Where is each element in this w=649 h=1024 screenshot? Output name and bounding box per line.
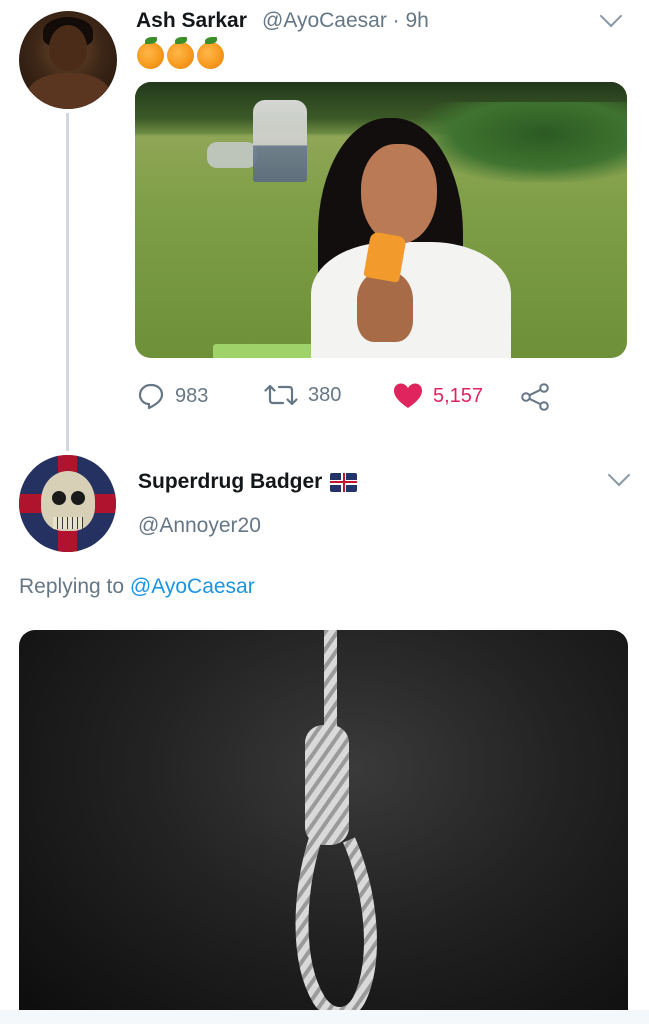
thread-connector-line [66, 113, 69, 451]
author-name-row[interactable]: Superdrug Badger [138, 470, 358, 494]
tweet-photo[interactable] [19, 630, 628, 1024]
replying-to-label: Replying to [19, 575, 125, 598]
reply-button[interactable]: 983 [137, 382, 208, 410]
like-count: 5,157 [433, 384, 484, 407]
replying-to: Replying to @AyoCaesar [19, 575, 255, 599]
share-button[interactable] [520, 382, 550, 412]
reply-icon [138, 383, 164, 410]
orange-emoji-icon [137, 37, 164, 69]
author-handle[interactable]: @Annoyer20 [138, 514, 261, 538]
uk-flag-icon [330, 472, 358, 492]
author-avatar[interactable] [19, 11, 117, 109]
share-icon [521, 383, 549, 411]
author-name[interactable]: Ash Sarkar [136, 9, 247, 33]
tweet-text [137, 37, 224, 69]
divider [0, 1010, 649, 1024]
chevron-down-icon[interactable] [607, 463, 631, 487]
retweet-icon [264, 384, 298, 406]
reply-count: 983 [175, 384, 209, 407]
retweet-button[interactable]: 380 [264, 382, 341, 408]
tweet-photo[interactable] [135, 82, 627, 358]
orange-emoji-icon [197, 37, 224, 69]
like-button[interactable]: 5,157 [393, 382, 483, 410]
replying-to-link[interactable]: @AyoCaesar [130, 575, 255, 598]
author-name[interactable]: Superdrug Badger [138, 470, 322, 494]
orange-emoji-icon [167, 37, 194, 69]
author-handle-time[interactable]: @AyoCaesar · 9h [262, 9, 429, 33]
heart-icon [394, 383, 422, 408]
retweet-count: 380 [308, 383, 342, 406]
chevron-down-icon[interactable] [599, 4, 623, 28]
author-avatar[interactable] [19, 455, 116, 552]
